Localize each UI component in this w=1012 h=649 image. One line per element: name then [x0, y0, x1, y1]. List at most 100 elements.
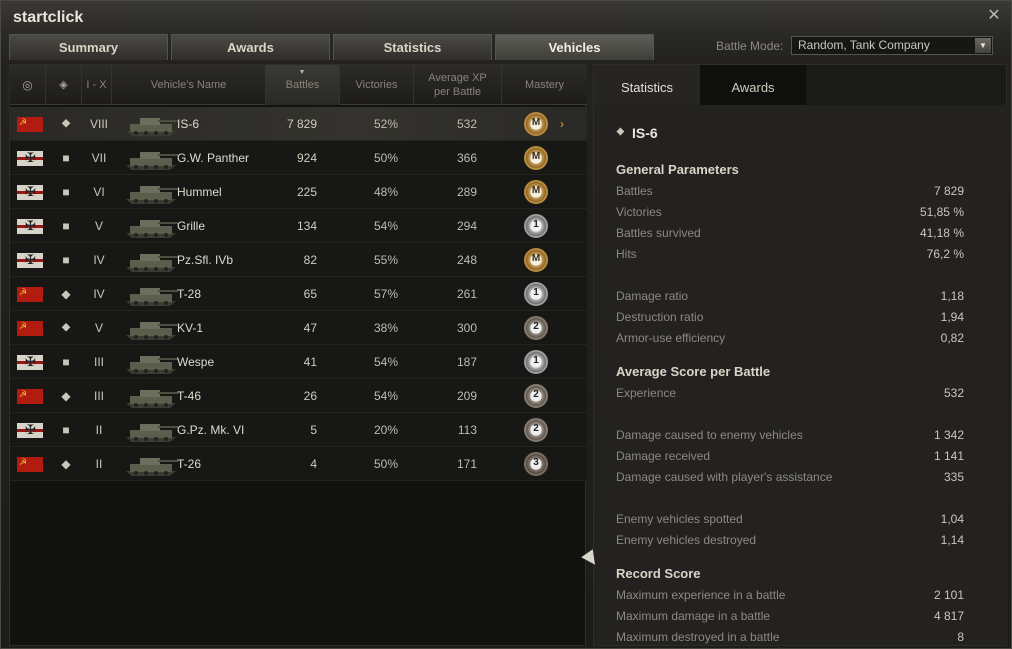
stat-value: 76,2 % [926, 247, 964, 261]
victories-value: 50% [373, 457, 398, 471]
stat-value: 1,04 [940, 512, 964, 526]
avgxp-value: 366 [456, 151, 477, 165]
ussr-flag-icon [17, 116, 43, 132]
avgxp-value: 171 [456, 457, 477, 471]
victories-value: 38% [373, 321, 398, 335]
chevron-right-icon: › [560, 117, 564, 131]
tier-column-header[interactable]: I - X [82, 65, 112, 105]
tab-awards[interactable]: Awards [171, 34, 330, 60]
light-type-icon: ◆ [61, 389, 71, 403]
table-row[interactable]: ■ II G.Pz. Mk. VI 5 20% 113 2 [10, 413, 587, 447]
mastery-badge-icon: 1 [524, 214, 548, 238]
table-row[interactable]: ■ VI Hummel 225 48% 289 M [10, 175, 587, 209]
battles-column-header[interactable]: ▼ Battles [266, 65, 340, 105]
close-icon[interactable]: ✕ [985, 7, 1003, 25]
table-row[interactable]: ⯁ V KV-1 47 38% 300 2 [10, 311, 587, 345]
battles-value: 82 [303, 253, 317, 267]
battles-value: 5 [310, 423, 317, 437]
battles-value: 47 [303, 321, 317, 335]
victories-value: 54% [373, 355, 398, 369]
table-row[interactable]: ⯁ VIII IS-6 7 829 52% 532 M › [10, 107, 587, 141]
table-row[interactable]: ◆ II T-26 4 50% 171 3 [10, 447, 587, 481]
tab-summary[interactable]: Summary [9, 34, 168, 60]
table-row[interactable]: ■ III Wespe 41 54% 187 1 [10, 345, 587, 379]
tab-statistics[interactable]: Statistics [333, 34, 492, 60]
battle-mode-select[interactable]: Random, Tank Company ▼ [791, 36, 993, 55]
stat-value: 1 141 [933, 449, 964, 463]
tier-label: II [95, 423, 103, 437]
stat-label: Maximum experience in a battle [616, 588, 786, 602]
avgxp-value: 113 [457, 423, 477, 437]
tank-image [122, 109, 180, 139]
avgxp-value: 532 [456, 117, 477, 131]
table-row[interactable]: ■ IV Pz.Sfl. IVb 82 55% 248 M [10, 243, 587, 277]
table-row[interactable]: ◆ IV T-28 65 57% 261 1 [10, 277, 587, 311]
details-tab-statistics[interactable]: Statistics [594, 65, 700, 105]
type-column-header[interactable]: ◈ [46, 65, 82, 105]
stat-value: 41,18 % [919, 226, 964, 240]
battles-value: 225 [296, 185, 317, 199]
stat-label: Victories [616, 205, 662, 219]
section-title-average: Average Score per Battle [616, 364, 771, 379]
tank-image [122, 381, 180, 411]
stat-label: Damage ratio [616, 289, 689, 303]
victories-value: 52% [373, 117, 398, 131]
battles-value: 65 [303, 287, 317, 301]
stat-label: Maximum damage in a battle [616, 609, 771, 623]
name-column-header[interactable]: Vehicle's Name [112, 65, 266, 105]
germany-flag-icon [17, 252, 43, 268]
stat-label: Armor-use efficiency [616, 331, 726, 345]
victories-value: 48% [373, 185, 398, 199]
tank-image [122, 279, 180, 309]
table-row[interactable]: ■ V Grille 134 54% 294 1 [10, 209, 587, 243]
tank-image [122, 313, 180, 343]
tier-label: VIII [89, 117, 108, 131]
light-type-icon: ◆ [61, 457, 71, 471]
avgxp-column-header[interactable]: Average XP per Battle [414, 65, 502, 105]
battle-mode-value: Random, Tank Company [798, 38, 930, 52]
heavy-type-icon: ⯁ [61, 117, 71, 131]
mastery-badge-icon: M [524, 248, 548, 272]
stat-label: Enemy vehicles destroyed [616, 533, 757, 547]
stat-value: 0,82 [940, 331, 964, 345]
table-row[interactable]: ■ VII G.W. Panther 924 50% 366 M [10, 141, 587, 175]
stat-value: 7 829 [933, 184, 964, 198]
main-tabs: Summary Awards Statistics Vehicles [9, 34, 654, 60]
globe-icon: ◎ [22, 78, 33, 92]
table-body: ⯁VIIIIS-67 82952%532M›■VIIG.W. Panther92… [10, 107, 587, 481]
table-row[interactable]: ◆ III T-46 26 54% 209 2 [10, 379, 587, 413]
vehicle-name: Hummel [177, 185, 222, 199]
stat-value: 2 101 [933, 588, 964, 602]
mastery-badge-icon: 1 [524, 350, 548, 374]
avgxp-value: 289 [456, 185, 477, 199]
mastery-column-header[interactable]: Mastery [502, 65, 587, 105]
tank-image [122, 415, 180, 445]
stat-label: Damage received [616, 449, 711, 463]
victories-value: 57% [373, 287, 398, 301]
chevron-down-icon[interactable]: ▼ [975, 38, 991, 53]
stat-label: Damage caused to enemy vehicles [616, 428, 803, 442]
ussr-flag-icon [17, 286, 43, 302]
victories-value: 54% [373, 219, 398, 233]
heavy-type-icon: ⯁ [61, 321, 71, 335]
details-tab-awards[interactable]: Awards [700, 65, 806, 105]
vehicle-type-icon: ◈ [59, 79, 68, 91]
victories-column-header[interactable]: Victories [340, 65, 414, 105]
tank-image [122, 211, 180, 241]
tank-image [122, 347, 180, 377]
tank-image [122, 245, 180, 275]
nation-column-header[interactable]: ◎ [10, 65, 46, 105]
battles-value: 26 [303, 389, 317, 403]
vehicle-name: T-46 [177, 389, 202, 403]
vehicle-name: T-26 [177, 457, 202, 471]
tab-vehicles[interactable]: Vehicles [495, 34, 654, 60]
stat-value: 1,94 [940, 310, 964, 324]
mastery-badge-icon: M [524, 180, 548, 204]
stat-value: 8 [957, 630, 964, 644]
tier-label: III [93, 355, 104, 369]
battles-value: 134 [296, 219, 317, 233]
spg-type-icon: ■ [62, 185, 70, 199]
tank-image [122, 449, 180, 479]
section-title-record: Record Score [616, 566, 701, 581]
details-content: ⯁ IS-6 General Parameters Battles 7 829 … [594, 105, 1008, 645]
